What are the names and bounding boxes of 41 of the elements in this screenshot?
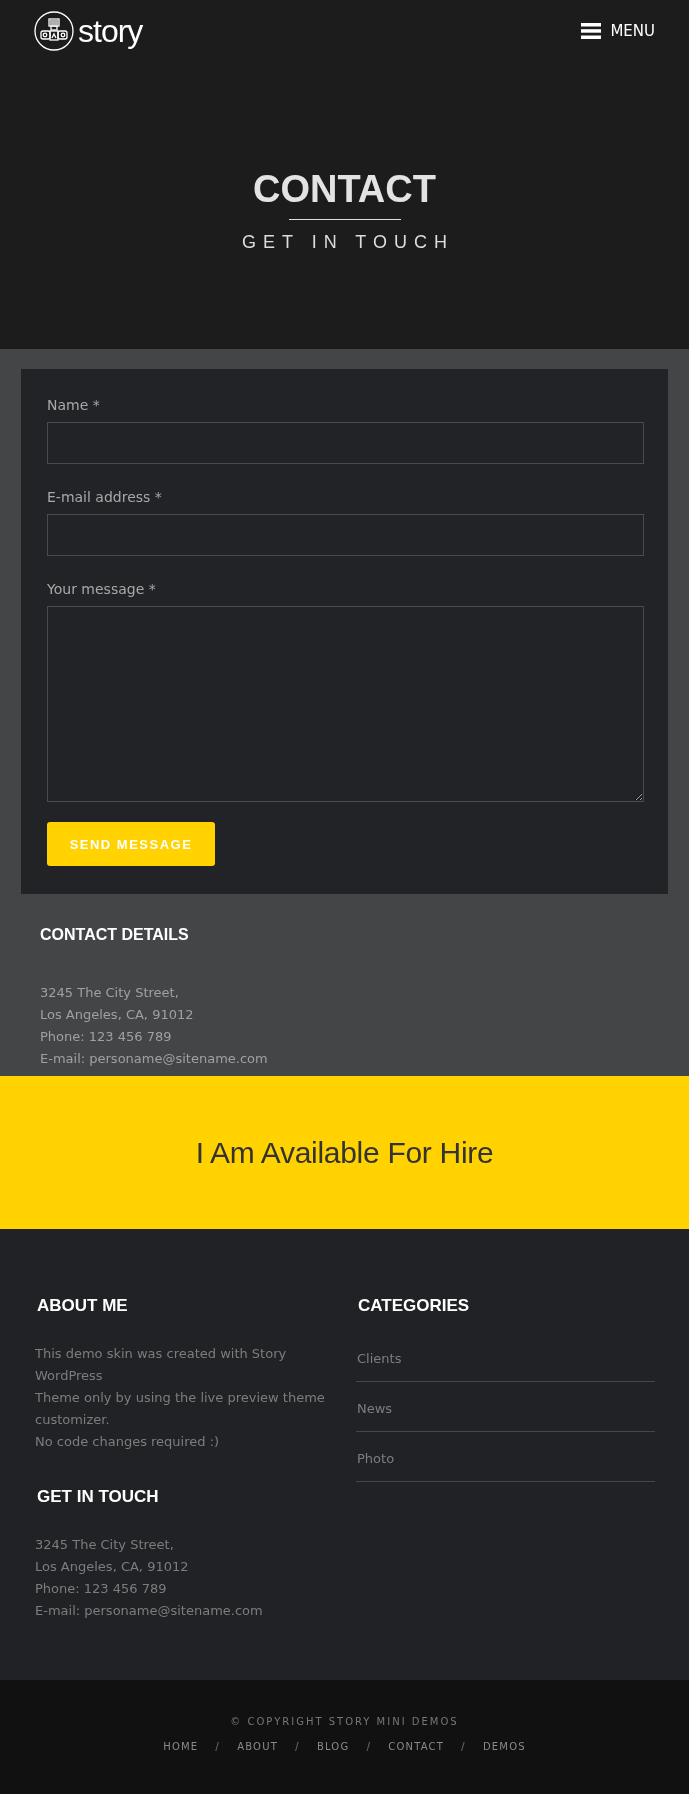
category-link[interactable]: Photo	[356, 1449, 395, 1469]
footer-link[interactable]: CONTACT	[388, 1741, 445, 1752]
logo-icon	[34, 11, 74, 51]
separator: /	[460, 1741, 467, 1752]
copyright-text: © COPYRIGHT STORY MINI DEMOS	[230, 1716, 459, 1727]
about-text: Theme only by using the live preview theme customizer.	[35, 1389, 326, 1429]
address-line: 3245 The City Street,	[35, 1536, 174, 1554]
address-line: Phone: 123 456 789	[40, 1028, 172, 1046]
category-link[interactable]: Clients	[356, 1349, 402, 1369]
separator: /	[294, 1741, 301, 1752]
footer-link[interactable]: HOME	[163, 1741, 199, 1752]
separator: /	[214, 1741, 222, 1752]
page-title: CONTACT	[253, 168, 436, 211]
address-line: Phone: 123 456 789	[35, 1580, 167, 1598]
address-line: E-mail: personame@sitename.com	[35, 1602, 263, 1620]
menu-button[interactable]: MENU	[581, 22, 655, 40]
address-line: 3245 The City Street,	[40, 984, 179, 1002]
separator: /	[365, 1741, 373, 1752]
category-link[interactable]: News	[356, 1399, 393, 1419]
footer-link[interactable]: BLOG	[316, 1741, 350, 1752]
field-label: E-mail address *	[47, 489, 162, 505]
footer-link[interactable]: DEMOS	[482, 1741, 526, 1752]
page-subtitle: GET IN TOUCH	[241, 232, 454, 253]
field-label: Name *	[47, 397, 100, 413]
footer-link[interactable]: ABOUT	[237, 1741, 278, 1752]
input-field[interactable]	[47, 422, 644, 464]
address-line: Los Angeles, CA, 91012	[35, 1558, 189, 1576]
banner-text: I Am Available For Hire	[195, 1135, 494, 1170]
message-field[interactable]	[47, 606, 644, 802]
about-text: This demo skin was created with Story WordPress	[35, 1345, 288, 1385]
menu-icon	[581, 23, 602, 39]
field-label: Your message *	[47, 581, 156, 597]
address-line: Los Angeles, CA, 91012	[40, 1006, 194, 1024]
section-heading: CATEGORIES	[358, 1296, 470, 1316]
address-line: E-mail: personame@sitename.com	[40, 1050, 268, 1068]
input-field[interactable]	[47, 514, 644, 556]
logo[interactable]: story	[34, 11, 143, 51]
section-heading: GET IN TOUCH	[37, 1487, 159, 1507]
section-heading: CONTACT DETAILS	[40, 926, 189, 944]
section-heading: ABOUT ME	[37, 1296, 128, 1316]
about-text: No code changes required :)	[35, 1433, 221, 1451]
